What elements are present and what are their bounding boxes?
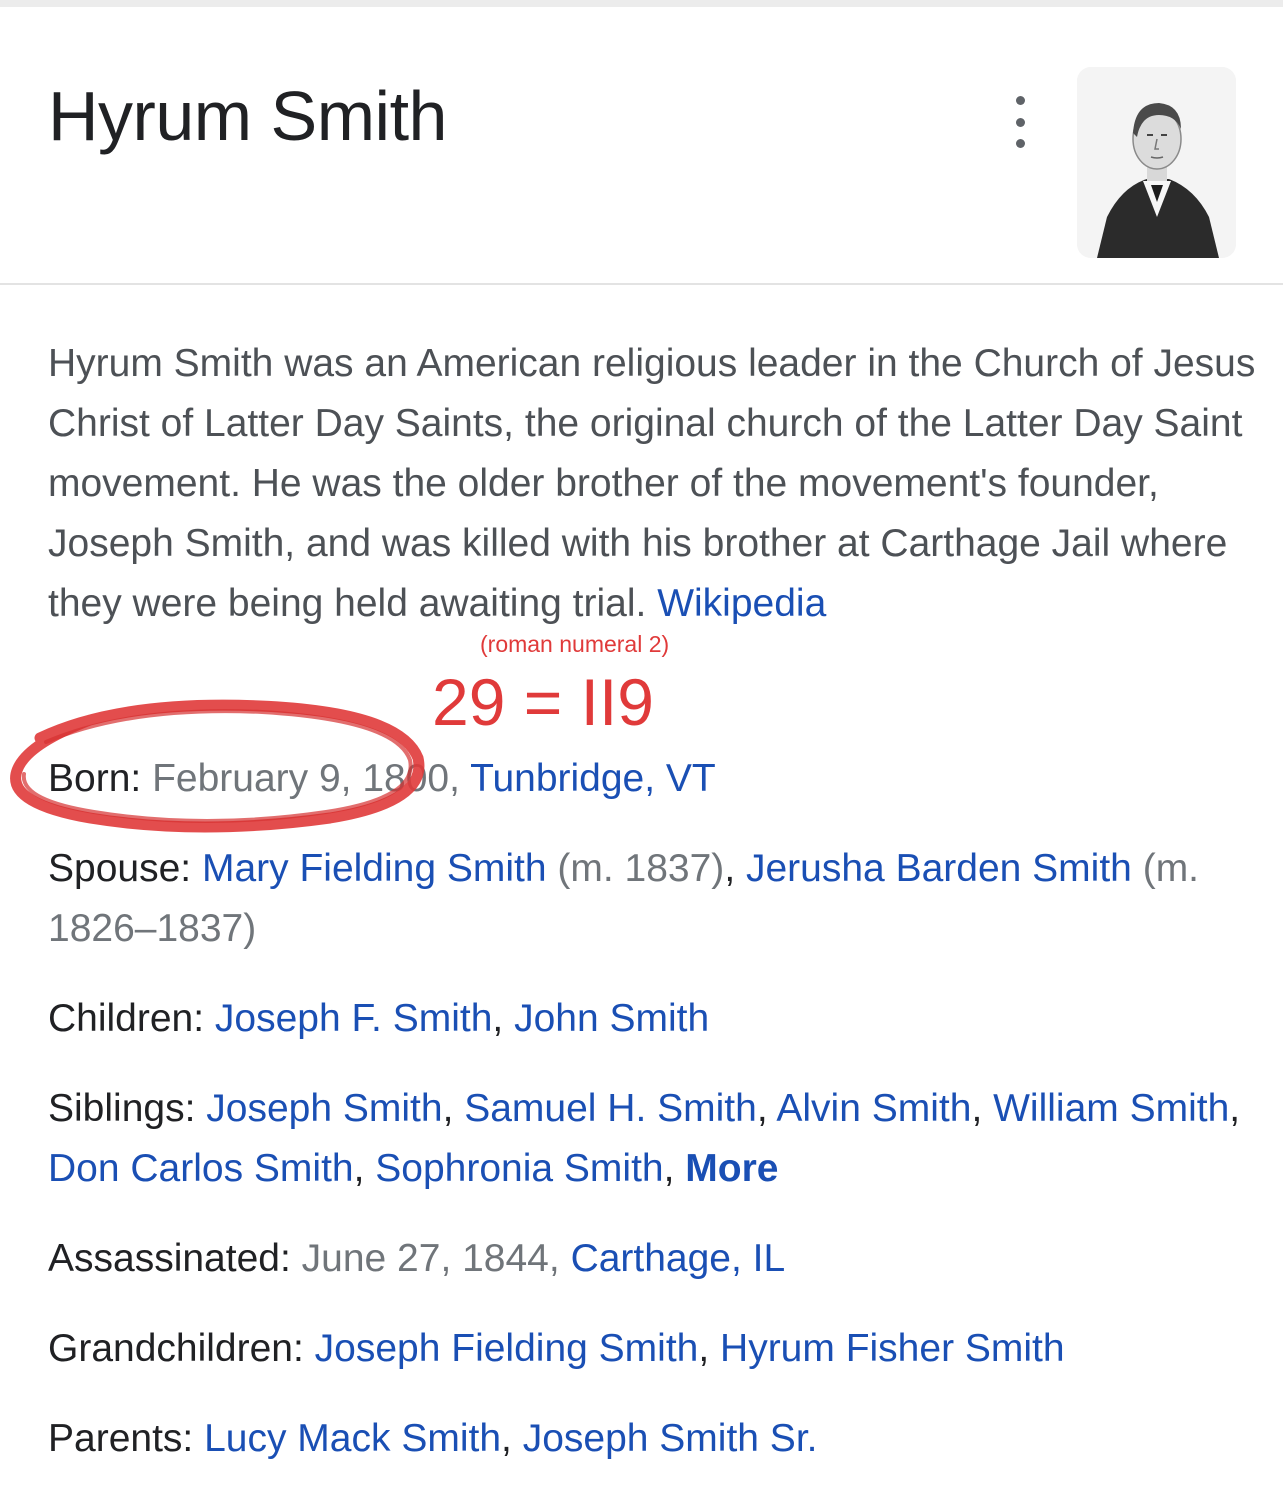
child-link[interactable]: Joseph F. Smith (215, 997, 492, 1040)
annotation-equation: 29 = II9 (432, 665, 655, 739)
fact-label: Siblings: (48, 1087, 196, 1130)
fact-parents: Parents: Lucy Mack Smith, Joseph Smith S… (48, 1417, 818, 1460)
entity-description: Hyrum Smith was an American religious le… (48, 342, 1256, 625)
grandchild-link[interactable]: Hyrum Fisher Smith (720, 1327, 1065, 1370)
fact-grandchildren: Grandchildren: Joseph Fielding Smith, Hy… (48, 1327, 1065, 1370)
sibling-link[interactable]: Samuel H. Smith (464, 1087, 757, 1130)
spouse-link[interactable]: Mary Fielding Smith (202, 847, 547, 890)
fact-born: Born: February 9, 1800, Tunbridge, VT (48, 757, 716, 800)
wikipedia-link[interactable]: Wikipedia (657, 582, 826, 625)
sibling-link[interactable]: Sophronia Smith (375, 1147, 663, 1190)
fact-label: Spouse: (48, 847, 192, 890)
born-date: February 9, 1800 (152, 757, 450, 800)
spouse-link[interactable]: Jerusha Barden Smith (746, 847, 1132, 890)
sibling-link[interactable]: Alvin Smith (776, 1087, 971, 1130)
sibling-link[interactable]: Joseph Smith (206, 1087, 442, 1130)
siblings-more-link[interactable]: More (685, 1147, 778, 1190)
portrait-image[interactable] (1077, 67, 1236, 258)
more-vert-icon[interactable] (1000, 96, 1040, 148)
fact-siblings: Siblings: Joseph Smith, Samuel H. Smith,… (48, 1087, 1241, 1190)
child-link[interactable]: John Smith (514, 997, 709, 1040)
portrait-sketch (1077, 67, 1236, 258)
entity-title: Hyrum Smith (48, 77, 447, 155)
fact-assassinated: Assassinated: June 27, 1844, Carthage, I… (48, 1237, 786, 1280)
assassinated-date: June 27, 1844 (301, 1237, 549, 1280)
grandchild-link[interactable]: Joseph Fielding Smith (315, 1327, 699, 1370)
fact-label: Assassinated: (48, 1237, 291, 1280)
fact-label: Born: (48, 757, 142, 800)
fact-spouse: Spouse: Mary Fielding Smith (m. 1837), J… (48, 847, 1200, 950)
annotation-note: (roman numeral 2) (480, 631, 670, 657)
parent-link[interactable]: Lucy Mack Smith (204, 1417, 501, 1460)
assassinated-place-link[interactable]: Carthage, IL (571, 1237, 786, 1280)
fact-label: Grandchildren: (48, 1327, 304, 1370)
born-place-link[interactable]: Tunbridge, VT (470, 757, 716, 800)
sibling-link[interactable]: Don Carlos Smith (48, 1147, 354, 1190)
fact-label: Children: (48, 997, 205, 1040)
fact-children: Children: Joseph F. Smith, John Smith (48, 997, 710, 1040)
fact-label: Parents: (48, 1417, 194, 1460)
header-divider (0, 283, 1283, 285)
sibling-link[interactable]: William Smith (993, 1087, 1229, 1130)
parent-link[interactable]: Joseph Smith Sr. (523, 1417, 818, 1460)
top-edge (0, 0, 1283, 7)
